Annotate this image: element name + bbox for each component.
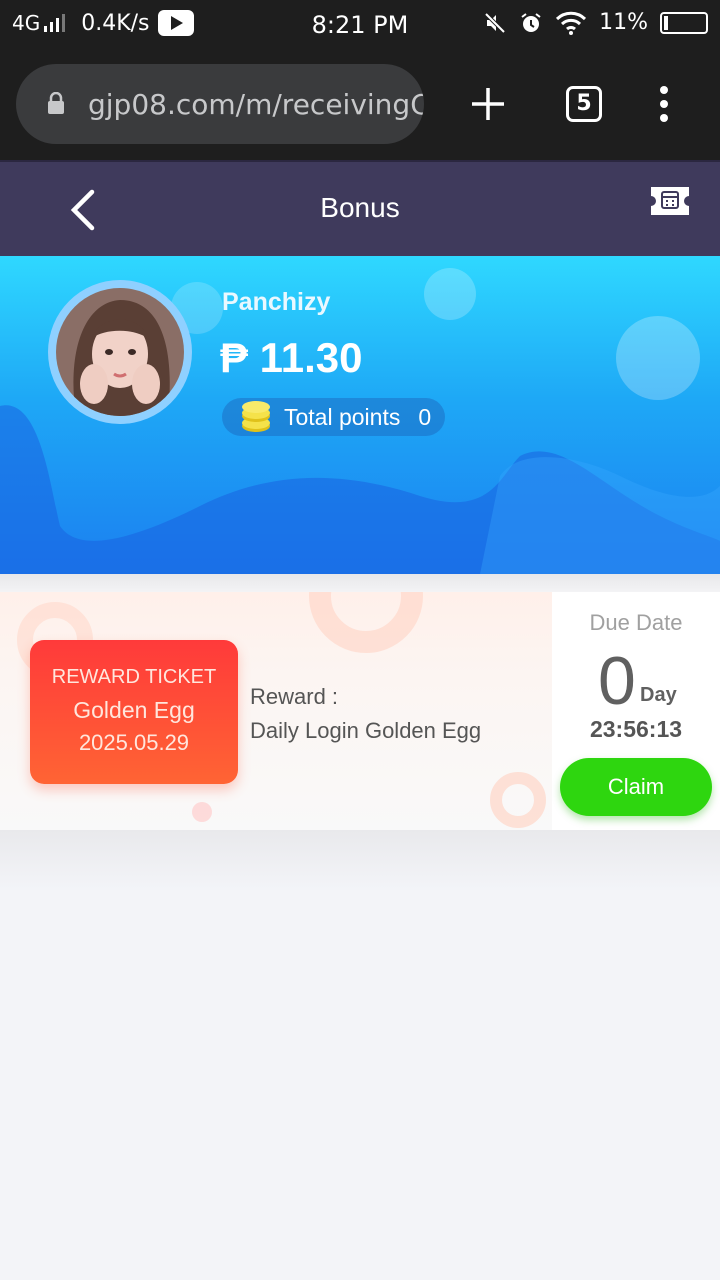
content-background: [0, 830, 720, 890]
new-tab-icon[interactable]: [470, 86, 506, 122]
countdown-timer: 23:56:13: [589, 716, 683, 742]
page-title: Bonus: [320, 192, 400, 223]
url-text: gjp08.com/m/receivingCe: [88, 88, 424, 121]
reward-label: Reward :: [250, 684, 339, 709]
points-label: Total points: [284, 403, 401, 430]
due-date-panel: Due Date 0 Day 23:56:13 Claim: [552, 592, 720, 830]
lock-icon: [48, 92, 64, 114]
total-points-badge: Total points 0: [222, 398, 446, 436]
reward-info: REWARD TICKET Golden Egg 2025.05.29 Rewa…: [0, 592, 552, 830]
address-bar[interactable]: gjp08.com/m/receivingCe: [16, 64, 424, 144]
status-right: 11%: [483, 10, 708, 35]
tab-switcher-button[interactable]: 5: [566, 86, 602, 122]
points-value: 0: [418, 403, 432, 430]
ticket-date: 2025.05.29: [78, 730, 190, 755]
days-remaining: 0: [598, 643, 636, 719]
day-unit: Day: [640, 684, 677, 706]
reward-card: REWARD TICKET Golden Egg 2025.05.29 Rewa…: [0, 592, 720, 830]
reward-ticket-badge: REWARD TICKET Golden Egg 2025.05.29: [30, 640, 238, 784]
battery-icon: [660, 11, 708, 34]
claim-button[interactable]: Claim: [560, 758, 712, 816]
more-menu-icon[interactable]: [654, 86, 674, 122]
section-divider: [0, 574, 720, 592]
mute-icon: [484, 12, 506, 33]
coins-icon: [242, 401, 270, 432]
status-bar: 4G 0.4K/s 8:21 PM 11%: [0, 0, 720, 52]
battery-percent: 11%: [599, 10, 648, 35]
due-date-label: Due Date: [589, 610, 683, 635]
avatar-image: [56, 288, 184, 416]
reward-name: Daily Login Golden Egg: [250, 718, 482, 743]
ticket-calendar-icon[interactable]: [648, 184, 692, 218]
wifi-icon: [556, 11, 587, 35]
ticket-title: REWARD TICKET: [51, 666, 217, 688]
page-header: Bonus: [0, 160, 720, 256]
browser-toolbar: gjp08.com/m/receivingCe 5: [0, 52, 720, 160]
balance-amount: ₱ 11.30: [220, 334, 363, 381]
ticket-name: Golden Egg: [73, 697, 195, 723]
username: Panchizy: [222, 288, 331, 316]
avatar[interactable]: [48, 280, 192, 424]
profile-banner: Panchizy ₱ 11.30 Total points 0: [0, 256, 720, 574]
alarm-icon: [521, 12, 541, 32]
